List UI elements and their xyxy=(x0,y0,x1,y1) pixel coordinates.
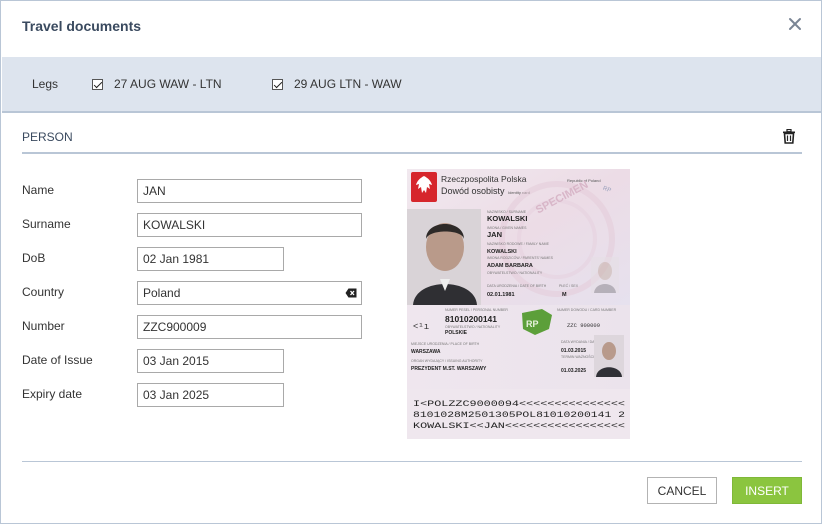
card-authority: PREZYDENT M.ST. WARSZAWY xyxy=(411,366,487,372)
svg-text:NUMER DOWODU / CARD NUMBER: NUMER DOWODU / CARD NUMBER xyxy=(557,308,617,312)
card-citizenship: POLSKIE xyxy=(445,330,468,336)
emblem-icon xyxy=(411,172,437,202)
person-section-label: PERSON xyxy=(22,130,73,144)
card-pesel: 81010200141 xyxy=(445,314,497,324)
svg-text:PŁEĆ / SEX: PŁEĆ / SEX xyxy=(559,283,579,288)
clear-input-icon[interactable] xyxy=(345,288,357,298)
section-divider xyxy=(22,152,802,154)
date-of-issue-label: Date of Issue xyxy=(22,353,93,367)
svg-text:ORGAN WYDAJĄCY / ISSUING AUTHO: ORGAN WYDAJĄCY / ISSUING AUTHORITY xyxy=(411,359,483,363)
footer-divider xyxy=(22,461,802,462)
dialog-title: Travel documents xyxy=(22,18,142,34)
country-field[interactable] xyxy=(137,281,362,305)
card-header-2: Dowód osobisty xyxy=(441,186,505,196)
svg-text:NAZWISKO RODOWE / FAMILY NAME: NAZWISKO RODOWE / FAMILY NAME xyxy=(487,242,550,246)
mrz-line-2: 8101028M2501305POL81010200141 2 xyxy=(413,411,625,420)
card-family-name: KOWALSKI xyxy=(487,249,517,255)
close-icon[interactable] xyxy=(787,16,803,32)
cancel-button[interactable]: CANCEL xyxy=(647,477,717,504)
travel-documents-dialog: Travel documents Legs 27 AUG WAW - LTN 2… xyxy=(0,0,822,524)
country-label: Country xyxy=(22,285,65,299)
number-label: Number xyxy=(22,319,65,333)
card-expiry: 01.03.2025 xyxy=(561,368,586,374)
svg-text:IMIONA RODZICÓW / PARENTS' NAM: IMIONA RODZICÓW / PARENTS' NAMES xyxy=(487,255,554,260)
card-name: JAN xyxy=(487,230,502,239)
dob-label: DoB xyxy=(22,251,46,265)
leg-label-1: 27 AUG WAW - LTN xyxy=(114,77,222,91)
surname-label: Surname xyxy=(22,217,71,231)
surname-field[interactable] xyxy=(137,213,362,237)
checkbox-checked-icon[interactable] xyxy=(272,78,283,90)
card-issue: 01.03.2015 xyxy=(561,348,586,354)
name-label: Name xyxy=(22,183,55,197)
legs-bar: Legs 27 AUG WAW - LTN 29 AUG LTN - WAW xyxy=(2,57,821,113)
svg-text:MIEJSCE URODZENIA / PLACE OF B: MIEJSCE URODZENIA / PLACE OF BIRTH xyxy=(411,342,480,346)
svg-text:RP: RP xyxy=(526,319,539,329)
legs-label: Legs xyxy=(32,77,59,91)
name-field[interactable] xyxy=(137,179,362,203)
trash-icon[interactable] xyxy=(782,129,796,144)
photo xyxy=(407,209,481,305)
svg-text:˂¹ı: ˂¹ı xyxy=(413,322,429,332)
leg-checkbox-2[interactable]: 29 AUG LTN - WAW xyxy=(272,77,402,91)
leg-label-2: 29 AUG LTN - WAW xyxy=(294,77,402,91)
mrz-line-3: KOWALSKI<<JAN<<<<<<<<<<<<<<<<< xyxy=(413,422,625,431)
insert-button[interactable]: INSERT xyxy=(732,477,802,504)
svg-text:OBYWATELSTWO / NATIONALITY: OBYWATELSTWO / NATIONALITY xyxy=(445,325,501,329)
dob-field[interactable] xyxy=(137,247,284,271)
card-docnum: ZZC 900009 xyxy=(567,322,600,329)
expiry-date-field[interactable] xyxy=(137,383,284,407)
mrz-line-1: I<POLZZC9000094<<<<<<<<<<<<<<< xyxy=(413,400,625,409)
svg-text:DATA URODZENIA / DATE OF BIRTH: DATA URODZENIA / DATE OF BIRTH xyxy=(487,284,547,288)
number-field[interactable] xyxy=(137,315,362,339)
checkbox-checked-icon[interactable] xyxy=(92,78,103,90)
svg-text:NUMER PESEL / PERSONAL NUMBER: NUMER PESEL / PERSONAL NUMBER xyxy=(445,308,508,312)
expiry-date-label: Expiry date xyxy=(22,387,83,401)
card-sex: M xyxy=(562,292,567,298)
card-header-1: Rzeczpospolita Polska xyxy=(441,174,527,184)
card-dob: 02.01.1981 xyxy=(487,292,515,298)
svg-text:OBYWATELSTWO / NATIONALITY: OBYWATELSTWO / NATIONALITY xyxy=(487,271,543,275)
card-surname: KOWALSKI xyxy=(487,214,527,223)
leg-checkbox-1[interactable]: 27 AUG WAW - LTN xyxy=(92,77,222,91)
id-card-image: Rzeczpospolita Polska Republic of Poland… xyxy=(407,169,630,439)
card-parents: ADAM BARBARA xyxy=(487,263,533,269)
date-of-issue-field[interactable] xyxy=(137,349,284,373)
card-place: WARSZAWA xyxy=(411,349,441,355)
